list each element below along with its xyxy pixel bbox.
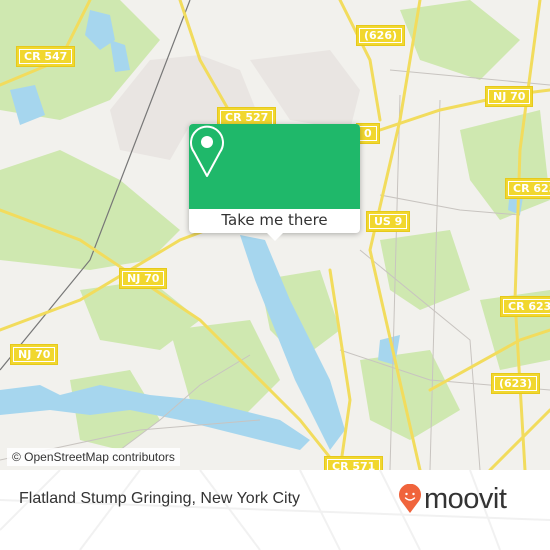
road-label-cr623-east: CR 623 [501, 297, 550, 316]
park-area [0, 150, 180, 270]
popup-pointer [267, 233, 283, 241]
moovit-logo[interactable]: moovit [398, 483, 507, 515]
park-area [380, 230, 470, 310]
popup-header [189, 124, 360, 209]
location-popup: Take me there [189, 124, 360, 241]
footer-bar: Flatland Stump Gringing, New York City m… [0, 470, 550, 550]
road-label-626: (626) [357, 26, 405, 45]
road-label-us9: US 9 [367, 212, 410, 231]
map-canvas[interactable]: CR 547 (626) CR 527 NJ 70 0 CR 623 US 9 … [0, 0, 550, 470]
road-label-nj70-center: 0 [357, 124, 379, 143]
road-label-cr547: CR 547 [17, 47, 75, 66]
park-area [460, 110, 550, 220]
road-label-cr571: CR 571 [325, 457, 383, 470]
place-name: Flatland Stump Gringing, New York City [19, 490, 301, 507]
road-label-nj70-ne: NJ 70 [486, 87, 533, 106]
road-label-nj70-west: NJ 70 [120, 269, 167, 288]
location-pin-icon [190, 125, 224, 177]
road-label-nj70-southwest: NJ 70 [11, 345, 58, 364]
road-label-cr623-north: CR 623 [506, 179, 550, 198]
take-me-there-button[interactable]: Take me there [189, 209, 360, 233]
moovit-wordmark: moovit [424, 483, 507, 515]
moovit-pin-icon [399, 484, 421, 513]
road-label-623: (623) [492, 374, 540, 393]
map-attribution[interactable]: © OpenStreetMap contributors [7, 448, 180, 466]
